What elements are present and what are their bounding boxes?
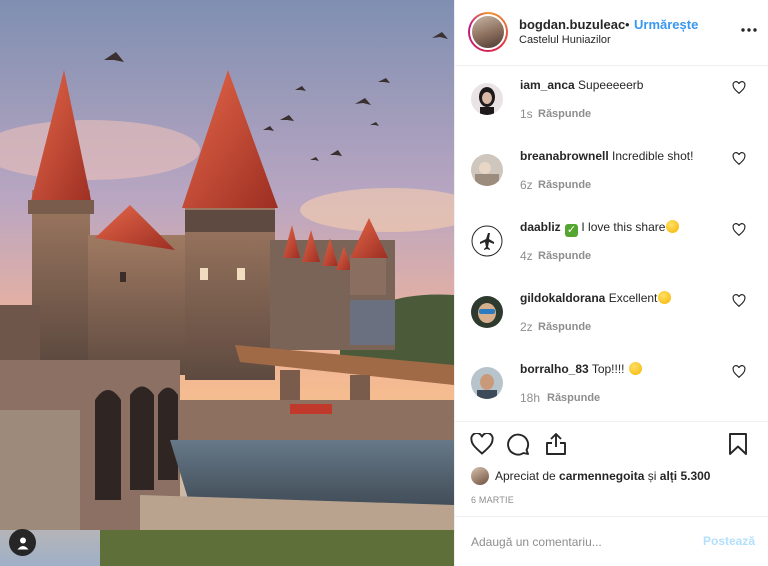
comment-username[interactable]: daabliz bbox=[520, 220, 561, 234]
tagged-users-button[interactable] bbox=[9, 529, 36, 556]
header-separator: • bbox=[625, 17, 630, 32]
heart-icon[interactable] bbox=[732, 365, 746, 379]
comment-item: gildokaldorana Excellent 2z Răspunde bbox=[455, 280, 768, 350]
comment-text: breanabrownell Incredible shot! bbox=[520, 149, 694, 163]
commenter-avatar[interactable] bbox=[471, 83, 503, 115]
reply-button[interactable]: Răspunde bbox=[538, 108, 591, 120]
comment-time: 4z bbox=[520, 249, 533, 263]
comment-time: 1s bbox=[520, 107, 533, 121]
comment-item: breanabrownell Incredible shot! 6z Răspu… bbox=[455, 138, 768, 208]
comment-username[interactable]: iam_anca bbox=[520, 78, 575, 92]
grinning-face-emoji bbox=[658, 291, 672, 304]
comment-text: iam_anca Supeeeeerb bbox=[520, 78, 644, 92]
reply-button[interactable]: Răspunde bbox=[538, 179, 591, 191]
commenter-avatar[interactable] bbox=[471, 154, 503, 186]
comment-item: borralho_83 Top!!!! 18h Răspunde bbox=[455, 351, 768, 420]
post-date: 6 MARTIE bbox=[471, 495, 514, 505]
comment-username[interactable]: gildokaldorana bbox=[520, 291, 605, 305]
heart-icon[interactable] bbox=[732, 294, 746, 308]
check-mark-emoji: ✓ bbox=[565, 224, 579, 237]
comment-input[interactable] bbox=[471, 532, 681, 552]
comment-item: daabliz ✓ I love this share 4z Răspunde bbox=[455, 209, 768, 279]
like-button[interactable] bbox=[469, 431, 495, 457]
castle-photo-illustration bbox=[0, 0, 454, 566]
post-comment-button[interactable]: Postează bbox=[703, 534, 755, 548]
heart-icon bbox=[470, 433, 494, 455]
commenter-avatar[interactable] bbox=[471, 367, 503, 399]
save-button[interactable] bbox=[725, 431, 751, 457]
commenter-avatar[interactable] bbox=[471, 225, 503, 257]
post-photo[interactable] bbox=[0, 0, 454, 566]
likes-and: și bbox=[647, 469, 657, 483]
more-options-button[interactable] bbox=[739, 20, 759, 40]
likes-summary[interactable]: Apreciat de carmennegoita și alți 5.300 bbox=[471, 467, 710, 485]
liker-username[interactable]: carmennegoita bbox=[559, 469, 644, 483]
bookmark-icon bbox=[729, 433, 747, 455]
comment-item: iam_anca Supeeeeerb 1s Răspunde bbox=[455, 67, 768, 137]
author-username[interactable]: bogdan.buzuleac bbox=[519, 17, 625, 32]
comment-icon bbox=[507, 433, 530, 456]
comment-time: 2z bbox=[520, 320, 533, 334]
share-button[interactable] bbox=[543, 431, 569, 457]
comment-text: borralho_83 Top!!!! bbox=[520, 361, 730, 377]
follow-button[interactable]: Urmărește bbox=[634, 17, 698, 32]
post-side-panel: bogdan.buzuleac • Urmărește Castelul Hun… bbox=[454, 0, 768, 566]
comment-time: 6z bbox=[520, 178, 533, 192]
add-comment-bar: Postează bbox=[455, 516, 768, 566]
comment-text: daabliz ✓ I love this share bbox=[520, 219, 730, 237]
heart-icon[interactable] bbox=[732, 81, 746, 95]
reply-button[interactable]: Răspunde bbox=[547, 392, 600, 404]
hand-emoji bbox=[666, 220, 680, 233]
likes-others[interactable]: alți 5.300 bbox=[660, 469, 711, 483]
reply-button[interactable]: Răspunde bbox=[538, 321, 591, 333]
commenter-avatar[interactable] bbox=[471, 296, 503, 328]
liker-avatar bbox=[471, 467, 489, 485]
reply-button[interactable]: Răspunde bbox=[538, 250, 591, 262]
heart-icon[interactable] bbox=[732, 152, 746, 166]
heart-icon[interactable] bbox=[732, 223, 746, 237]
user-icon bbox=[17, 537, 28, 549]
share-icon bbox=[546, 433, 566, 455]
likes-prefix: Apreciat de bbox=[495, 469, 556, 483]
author-avatar-image bbox=[470, 14, 506, 50]
comment-button[interactable] bbox=[505, 431, 531, 457]
post-header: bogdan.buzuleac • Urmărește Castelul Hun… bbox=[455, 0, 768, 66]
comment-username[interactable]: breanabrownell bbox=[520, 149, 609, 163]
comment-text: gildokaldorana Excellent bbox=[520, 290, 730, 306]
money-bag-emoji bbox=[628, 362, 642, 375]
comment-username[interactable]: borralho_83 bbox=[520, 362, 589, 376]
instagram-post: bogdan.buzuleac • Urmărește Castelul Hun… bbox=[0, 0, 768, 566]
comment-time: 18h bbox=[520, 391, 541, 405]
more-dots-icon bbox=[741, 28, 757, 32]
author-avatar[interactable] bbox=[468, 12, 508, 52]
comments-list[interactable]: iam_anca Supeeeeerb 1s Răspunde breanabr… bbox=[455, 67, 768, 420]
post-actions: Apreciat de carmennegoita și alți 5.300 … bbox=[455, 421, 768, 516]
post-location[interactable]: Castelul Huniazilor bbox=[519, 34, 611, 46]
